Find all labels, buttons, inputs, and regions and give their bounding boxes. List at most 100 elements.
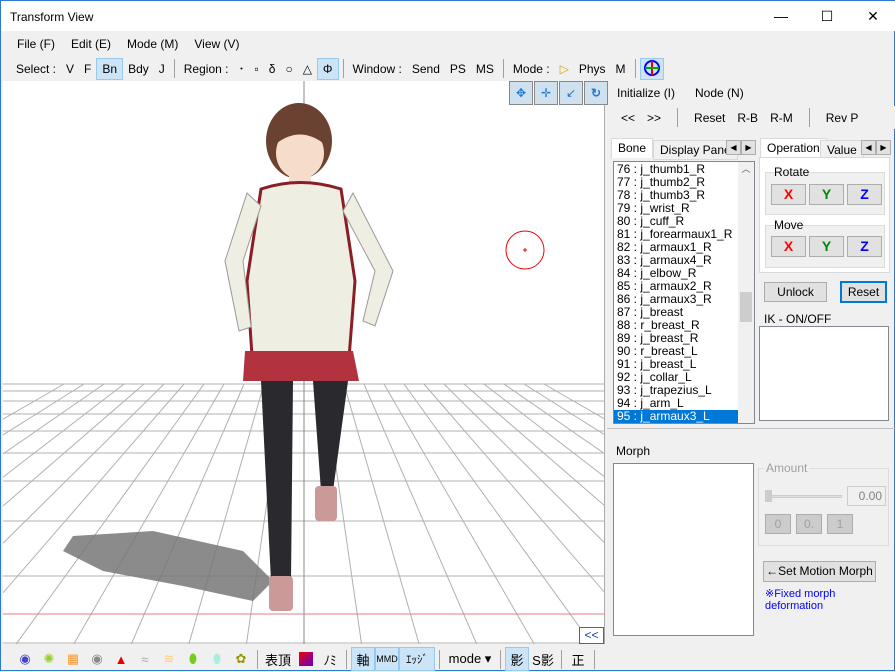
- tab-scroll-right[interactable]: ▶: [876, 140, 891, 155]
- menu-edit[interactable]: Edit (E): [63, 37, 119, 51]
- rotate-x-button[interactable]: X: [771, 184, 806, 205]
- amount-half-button[interactable]: 0.: [796, 514, 822, 534]
- amount-slider-thumb[interactable]: [765, 490, 772, 502]
- scroll-up-icon[interactable]: ︿: [738, 162, 754, 175]
- rotate-z-button[interactable]: Z: [847, 184, 882, 205]
- rigid-icon[interactable]: ⬮: [181, 647, 205, 671]
- amount-1-button[interactable]: 1: [827, 514, 853, 534]
- fixed-morph-link[interactable]: ※Fixed morph deformation: [765, 587, 895, 612]
- model-shadow: [63, 531, 273, 601]
- region-delta[interactable]: δ: [264, 58, 281, 80]
- window-ps[interactable]: PS: [445, 58, 471, 80]
- tab-scroll-right[interactable]: ▶: [741, 140, 756, 155]
- tab-scroll-left[interactable]: ◀: [861, 140, 876, 155]
- mode-m[interactable]: M: [611, 58, 631, 80]
- collapse-panel-button[interactable]: <<: [579, 627, 604, 644]
- self-shadow-button[interactable]: S影: [529, 647, 557, 671]
- prev-button[interactable]: <<: [621, 111, 635, 125]
- unlock-button[interactable]: Unlock: [764, 282, 827, 302]
- move-label: Move: [774, 218, 804, 232]
- rotate-icon[interactable]: ✥: [509, 81, 533, 105]
- amount-slider[interactable]: [767, 495, 842, 498]
- material-icon[interactable]: ✺: [37, 647, 61, 671]
- scroll-thumb[interactable]: [740, 292, 752, 322]
- tab-scroll-left[interactable]: ◀: [726, 140, 741, 155]
- joint-icon[interactable]: ⬮: [205, 647, 229, 671]
- select-v[interactable]: V: [61, 58, 79, 80]
- reset-morph-button[interactable]: R-M: [770, 111, 793, 125]
- menu-file[interactable]: File (F): [9, 37, 63, 51]
- orthographic-button[interactable]: 正: [566, 647, 590, 671]
- softbody-icon[interactable]: ✿: [229, 647, 253, 671]
- local-axis-icon[interactable]: [639, 57, 664, 80]
- mode-dropdown[interactable]: mode ▾: [444, 647, 496, 671]
- 3d-viewport[interactable]: ✥ ✛ ↙ ↻ <<: [2, 81, 608, 645]
- floor-grid: [2, 81, 606, 645]
- grid-line: [363, 383, 478, 645]
- select-label: Select :: [16, 61, 57, 76]
- grid-line: [2, 383, 165, 544]
- mmd-button[interactable]: MMD: [375, 647, 399, 671]
- minimize-button[interactable]: —: [758, 1, 804, 31]
- separator: [346, 649, 347, 669]
- move-z-button[interactable]: Z: [847, 236, 882, 257]
- window-ms[interactable]: MS: [471, 58, 499, 80]
- mode-phys[interactable]: Phys: [574, 58, 611, 80]
- bone-list-scrollbar[interactable]: ︿: [738, 162, 754, 423]
- shadow-button[interactable]: 影: [505, 647, 529, 671]
- region-phi[interactable]: Φ: [316, 57, 339, 80]
- menu-mode[interactable]: Mode (M): [119, 37, 186, 51]
- face-icon[interactable]: ▲: [109, 647, 133, 671]
- set-motion-morph-button[interactable]: ←Set Motion Morph: [763, 561, 876, 582]
- region-rect[interactable]: ▫: [249, 58, 263, 80]
- window-title: Transform View: [10, 10, 94, 24]
- menu-initialize[interactable]: Initialize (I): [617, 86, 675, 100]
- front-vertex-button[interactable]: 表頂: [262, 647, 294, 671]
- nomi-button[interactable]: ﾉﾐ: [318, 647, 342, 671]
- point-icon[interactable]: ◉: [85, 647, 109, 671]
- edge-button[interactable]: ｴｯｼﾞ: [399, 647, 435, 671]
- right-panel: Initialize (I) Node (N) << >> Reset R-B …: [607, 81, 895, 646]
- reset-pose-button[interactable]: Reset: [694, 111, 725, 125]
- menu-view[interactable]: View (V): [186, 37, 247, 51]
- zoom-icon[interactable]: ↙: [559, 81, 583, 105]
- next-button[interactable]: >>: [647, 111, 661, 125]
- bone-list-item[interactable]: 95 : j_armaux3_L: [614, 410, 738, 423]
- bone-list[interactable]: 76 : j_thumb1_R 77 : j_thumb2_R 78 : j_thu…: [613, 161, 755, 424]
- ik-label: IK - ON/OFF: [764, 312, 832, 326]
- separator: [439, 649, 440, 669]
- wire-icon[interactable]: ≈: [133, 647, 157, 671]
- move-icon[interactable]: ✛: [534, 81, 558, 105]
- reverse-pose-button[interactable]: Rev P: [826, 111, 859, 125]
- texture-icon[interactable]: ▦: [61, 647, 85, 671]
- select-bn[interactable]: Bn: [96, 57, 124, 80]
- window-send[interactable]: Send: [407, 58, 445, 80]
- region-point[interactable]: ･: [233, 58, 249, 80]
- close-button[interactable]: ✕: [850, 1, 895, 31]
- normal-icon[interactable]: ≋: [157, 647, 181, 671]
- ik-list[interactable]: [759, 326, 889, 421]
- maximize-button[interactable]: ☐: [804, 1, 850, 31]
- rotate-y-button[interactable]: Y: [809, 184, 844, 205]
- amount-input[interactable]: 0.00: [847, 486, 886, 506]
- region-circle[interactable]: ○: [280, 58, 297, 80]
- region-triangle[interactable]: △: [298, 58, 317, 80]
- amount-0-button[interactable]: 0: [765, 514, 791, 534]
- move-x-button[interactable]: X: [771, 236, 806, 257]
- play-button[interactable]: ▷: [555, 58, 574, 80]
- tab-operation[interactable]: Operation: [760, 138, 827, 158]
- axis-button[interactable]: 軸: [351, 647, 375, 671]
- move-y-button[interactable]: Y: [809, 236, 844, 257]
- color-icon[interactable]: [294, 647, 318, 671]
- tab-bone[interactable]: Bone: [611, 138, 654, 158]
- reset-button[interactable]: Reset: [840, 281, 887, 303]
- turn-icon[interactable]: ↻: [584, 81, 608, 105]
- select-bdy[interactable]: Bdy: [123, 58, 154, 80]
- select-j[interactable]: J: [154, 58, 170, 80]
- tab-display-pane[interactable]: Display Pane: [653, 140, 738, 160]
- vertex-icon[interactable]: ◉: [13, 647, 37, 671]
- reset-bone-button[interactable]: R-B: [737, 111, 758, 125]
- menu-node[interactable]: Node (N): [695, 86, 744, 100]
- select-f[interactable]: F: [79, 58, 96, 80]
- morph-list[interactable]: [613, 463, 754, 636]
